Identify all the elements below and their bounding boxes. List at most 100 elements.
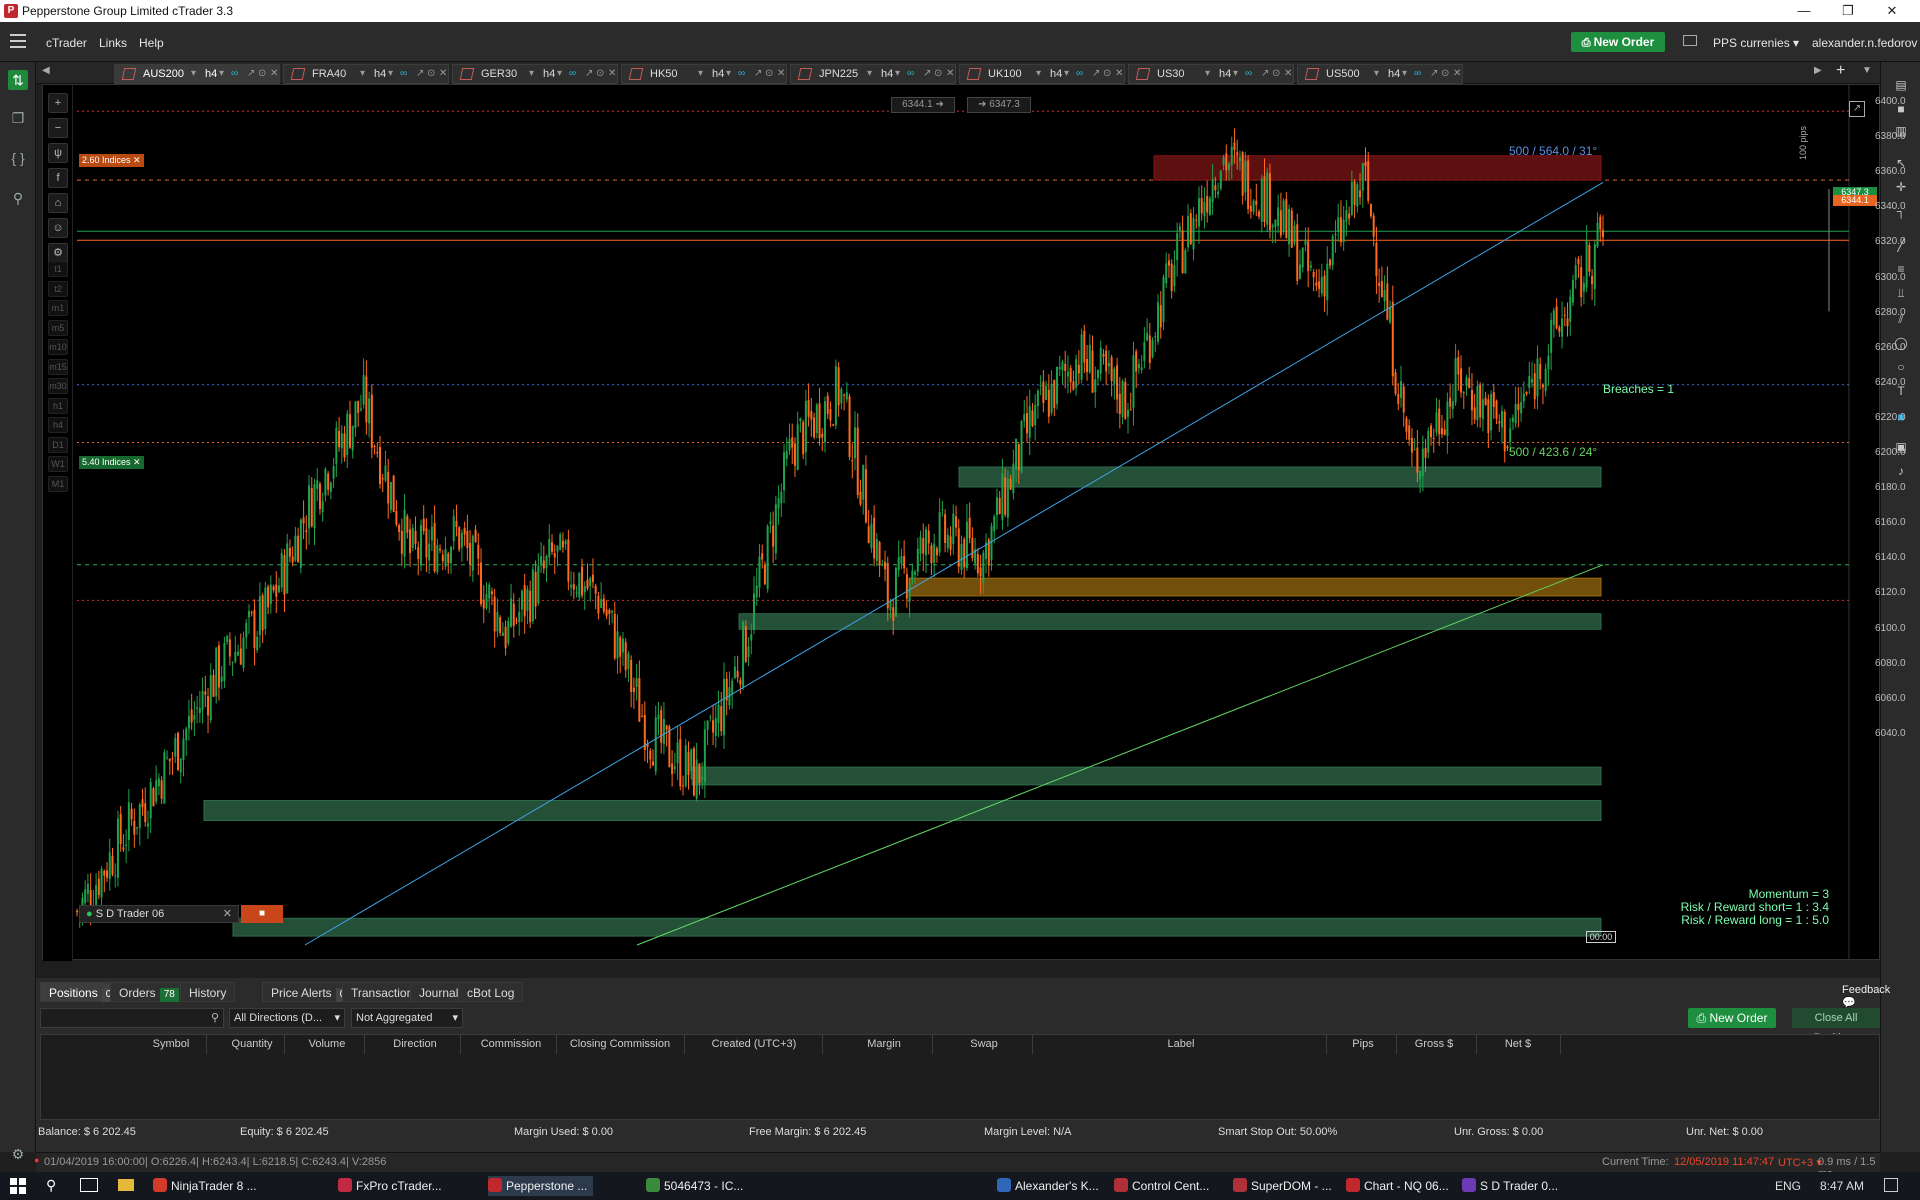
chevron-down-icon[interactable]: ▾ xyxy=(360,65,365,83)
link-icon[interactable]: ∞ xyxy=(738,65,745,83)
account-select[interactable]: PPS currenies ▾ xyxy=(1713,36,1799,50)
chevron-down-icon[interactable]: ▾ xyxy=(1233,65,1238,83)
input-language[interactable]: ENG xyxy=(1775,1176,1801,1196)
timeframe-button-h4[interactable]: h4 xyxy=(48,417,68,433)
monitor-icon[interactable] xyxy=(1683,35,1697,46)
chevron-down-icon[interactable]: ▾ xyxy=(698,65,703,83)
close-tab-icon[interactable]: ✕ xyxy=(1284,65,1292,83)
chevron-down-icon[interactable]: ▾ xyxy=(867,65,872,83)
timeframe-button-d1[interactable]: D1 xyxy=(48,436,68,453)
pin-icon[interactable]: ⊙ xyxy=(1103,65,1111,83)
timeframe-button-h1[interactable]: h1 xyxy=(48,397,68,414)
pin-icon[interactable]: ⊙ xyxy=(1272,65,1280,83)
timeframe-select[interactable]: h4 xyxy=(881,65,893,83)
column-header-label[interactable]: Label xyxy=(1036,1034,1326,1054)
feedback-link[interactable]: Feedback 💬 xyxy=(1842,984,1890,1009)
detach-icon[interactable]: ↗ xyxy=(1092,65,1100,83)
settings-gear-icon[interactable]: ⚙ xyxy=(8,1144,28,1164)
chevron-down-icon[interactable]: ▾ xyxy=(219,65,224,83)
link-icon[interactable]: ∞ xyxy=(907,65,914,83)
file-explorer-icon[interactable] xyxy=(118,1179,134,1191)
taskbar-app-5[interactable]: Alexander's K... xyxy=(997,1176,1099,1196)
close-tab-icon[interactable]: ✕ xyxy=(777,65,785,83)
link-icon[interactable]: ∞ xyxy=(569,65,576,83)
menu-help[interactable]: Help xyxy=(139,36,164,50)
fx-icon[interactable]: f xyxy=(48,168,68,188)
timeframe-button-t2[interactable]: t2 xyxy=(48,280,68,297)
chart-layout-icon[interactable]: ▤ xyxy=(1891,76,1911,94)
timeframe-button-m10[interactable]: m10 xyxy=(48,339,68,355)
restore-icon[interactable]: ❐ xyxy=(1828,1,1868,21)
automate-icon[interactable]: { } xyxy=(8,148,28,168)
price-chart[interactable]: + − ψ f ⌂ ☺ ⚙ t1 t2 m1 m5 m10 m15 m30 h1 h4 D1 W1 M1 6344.… xyxy=(42,84,1906,1051)
pin-icon[interactable]: ⊙ xyxy=(596,65,604,83)
taskbar-app-7[interactable]: SuperDOM - ... xyxy=(1233,1176,1332,1196)
column-header-margin[interactable]: Margin xyxy=(836,1034,932,1054)
zoom-in-icon[interactable]: + xyxy=(48,93,68,113)
user-name[interactable]: alexander.n.fedorov xyxy=(1812,36,1917,50)
close-tab-icon[interactable]: ✕ xyxy=(1115,65,1123,83)
link-icon[interactable]: ∞ xyxy=(1076,65,1083,83)
close-all-positions-button[interactable]: Close All Positions xyxy=(1792,1008,1880,1044)
chevron-down-icon[interactable]: ▾ xyxy=(1036,65,1041,83)
robot-icon[interactable]: ⌂ xyxy=(48,193,68,213)
taskbar-app-6[interactable]: Control Cent... xyxy=(1114,1176,1209,1196)
chevron-down-icon[interactable]: ▾ xyxy=(191,65,196,83)
bottom-tab-history[interactable]: History xyxy=(180,982,236,1002)
taskbar-app-1[interactable]: NinjaTrader 8 ... xyxy=(153,1176,257,1196)
detach-icon[interactable]: ↗ xyxy=(754,65,762,83)
taskbar-app-2[interactable]: FxPro cTrader... xyxy=(338,1176,442,1196)
column-header-volume[interactable]: Volume xyxy=(290,1034,364,1054)
column-header-commission[interactable]: Commission xyxy=(466,1034,556,1054)
timeframe-select[interactable]: h4 xyxy=(1219,65,1231,83)
zoom-out-icon[interactable]: − xyxy=(48,118,68,138)
symbol-tab-fra40[interactable]: FRA40 ▾ h4 ▾ ∞ ↗ ⊙ ✕ xyxy=(283,64,449,84)
symbol-tab-jpn225[interactable]: JPN225 ▾ h4 ▾ ∞ ↗ ⊙ ✕ xyxy=(790,64,956,84)
close-icon[interactable]: ✕ xyxy=(1872,1,1912,21)
detach-icon[interactable]: ↗ xyxy=(416,65,424,83)
pin-icon[interactable]: ⊙ xyxy=(1441,65,1449,83)
timeframe-select[interactable]: h4 xyxy=(374,65,386,83)
pin-icon[interactable]: ⊙ xyxy=(934,65,942,83)
link-icon[interactable]: ∞ xyxy=(231,65,238,83)
chevron-down-icon[interactable]: ▾ xyxy=(1064,65,1069,83)
timeframe-button-t1[interactable]: t1 xyxy=(48,261,68,277)
column-header-symbol[interactable]: Symbol xyxy=(136,1034,206,1054)
timeframe-button-m5[interactable]: m5 xyxy=(48,319,68,336)
bottom-tab-orders[interactable]: Orders 78 xyxy=(110,982,188,1002)
chevron-down-icon[interactable]: ▾ xyxy=(895,65,900,83)
trader-icon[interactable]: ☺ xyxy=(48,218,68,238)
chevron-down-icon[interactable]: ▾ xyxy=(1374,65,1379,83)
symbol-tab-hk50[interactable]: HK50 ▾ h4 ▾ ∞ ↗ ⊙ ✕ xyxy=(621,64,787,84)
chevron-down-icon[interactable]: ▾ xyxy=(388,65,393,83)
chevron-down-icon[interactable]: ▾ xyxy=(1402,65,1407,83)
column-header-created-utc[interactable]: Created (UTC+3) xyxy=(686,1034,822,1054)
pitchfork-icon[interactable]: ⫫ xyxy=(1891,284,1911,302)
cbot-instance[interactable]: ● S D Trader 06 ✕ xyxy=(79,905,239,923)
add-chart-icon[interactable]: + xyxy=(1836,62,1845,80)
column-header-swap[interactable]: Swap xyxy=(936,1034,1032,1054)
timezone-select[interactable]: UTC+3 ▾ xyxy=(1778,1156,1822,1169)
cbot-close-icon[interactable]: ✕ xyxy=(223,906,232,922)
symbol-tab-us500[interactable]: US500 ▾ h4 ▾ ∞ ↗ ⊙ ✕ xyxy=(1297,64,1463,84)
chevron-down-icon[interactable]: ▾ xyxy=(726,65,731,83)
detach-icon[interactable]: ↗ xyxy=(585,65,593,83)
timeframe-select[interactable]: h4 xyxy=(1388,65,1400,83)
copy-icon[interactable]: ❐ xyxy=(8,108,28,128)
indicator-icon[interactable]: ψ xyxy=(48,143,68,163)
close-tab-icon[interactable]: ✕ xyxy=(608,65,616,83)
timeframe-button-m1[interactable]: M1 xyxy=(48,475,68,492)
pin-icon[interactable]: ⊙ xyxy=(765,65,773,83)
link-icon[interactable]: ∞ xyxy=(400,65,407,83)
pin-icon[interactable]: ⊙ xyxy=(427,65,435,83)
detach-icon[interactable]: ↗ xyxy=(1261,65,1269,83)
chevron-down-icon[interactable]: ▾ xyxy=(557,65,562,83)
chevron-down-icon[interactable]: ▾ xyxy=(529,65,534,83)
new-order-button-positions[interactable]: ⎙ New Order xyxy=(1688,1008,1776,1028)
crosshair-icon[interactable]: ✛ xyxy=(1891,178,1911,196)
column-header-pips[interactable]: Pips xyxy=(1330,1034,1396,1054)
windows-start-icon[interactable] xyxy=(10,1178,26,1194)
circle-icon[interactable]: ○ xyxy=(1891,358,1911,376)
symbol-tab-aus200[interactable]: AUS200 ▾ h4 ▾ ∞ ↗ ⊙ ✕ xyxy=(114,64,280,84)
timeframe-select[interactable]: h4 xyxy=(543,65,555,83)
